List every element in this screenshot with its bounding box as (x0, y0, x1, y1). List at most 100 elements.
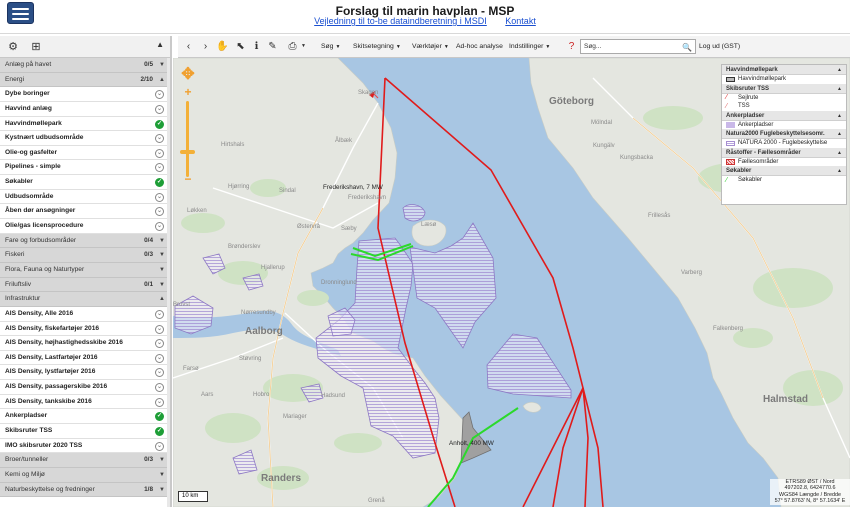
chevron-down-icon[interactable]: ▼ (159, 483, 165, 498)
layer-row[interactable]: AIS Density, lystfartøjer 2016 ⌄ (0, 365, 170, 381)
add-layer-icon[interactable]: ⊞ (29, 40, 43, 54)
chevron-up-icon[interactable]: ▲ (159, 292, 165, 307)
layer-toggle-off-icon[interactable]: ⌄ (155, 441, 164, 451)
layer-row[interactable]: Ankerpladser ✓ (0, 409, 170, 425)
zoom-out-button[interactable]: − (182, 173, 194, 185)
zoom-slider-handle[interactable] (180, 150, 195, 154)
category-friluftsliv[interactable]: Friluftsliv 0/1 ▼ (0, 277, 170, 293)
chevron-down-icon[interactable]: ▼ (159, 58, 165, 73)
forward-icon[interactable]: › (199, 40, 212, 53)
menu-vaerktoejer[interactable]: Værktøjer ▼ (412, 36, 449, 58)
layer-row[interactable]: AIS Density, tankskibe 2016 ⌄ (0, 394, 170, 410)
chevron-down-icon[interactable]: ▼ (159, 234, 165, 249)
layer-toggle-off-icon[interactable]: ⌄ (155, 397, 164, 407)
layer-toggle-on-icon[interactable]: ✓ (155, 412, 164, 422)
layer-row[interactable]: Kystnært udbudsområde ⌄ (0, 131, 170, 146)
logout-button[interactable]: Log ud (GST) (699, 36, 740, 58)
layer-row[interactable]: Skibsruter TSS ✓ (0, 424, 170, 439)
category-naturbeskyttelse[interactable]: Naturbeskyttelse og fredninger 1/8 ▼ (0, 482, 170, 498)
category-infrastruktur[interactable]: Infrastruktur ▲ (0, 292, 170, 307)
select-icon[interactable]: ⬉ (234, 40, 247, 53)
menu-indstillinger[interactable]: Indstillinger ▼ (509, 36, 550, 58)
layer-toggle-off-icon[interactable]: ⌄ (155, 339, 164, 349)
layer-row[interactable]: Åben dør ansøgninger ⌄ (0, 204, 170, 220)
layer-row[interactable]: AIS Density, passagerskibe 2016 ⌄ (0, 380, 170, 395)
zoom-slider[interactable] (186, 101, 189, 177)
layer-row[interactable]: Pipelines - simple ⌄ (0, 160, 170, 176)
legend-group-header[interactable]: Havvindmøllepark ▲ (722, 65, 846, 75)
chevron-down-icon[interactable]: ▼ (159, 468, 165, 483)
chevron-down-icon[interactable]: ▼ (297, 40, 310, 53)
layer-label: Dybe boringer (5, 90, 50, 98)
layer-toggle-off-icon[interactable]: ⌄ (155, 207, 164, 217)
layer-row[interactable]: Olie-og gasfelter ⌄ (0, 145, 170, 161)
layer-toggle-off-icon[interactable]: ⌄ (155, 324, 164, 334)
guide-link[interactable]: Vejledning til to-be dataindberetning i … (314, 16, 487, 26)
layer-row[interactable]: Søkabler ✓ (0, 175, 170, 190)
gear-icon[interactable]: ⚙ (6, 40, 20, 54)
category-anlaeg[interactable]: Anlæg på havet 0/5 ▼ (0, 58, 170, 73)
info-icon[interactable]: ℹ (250, 40, 263, 53)
layer-toggle-off-icon[interactable]: ⌄ (155, 163, 164, 173)
chevron-down-icon[interactable]: ▼ (159, 248, 165, 263)
layer-toggle-off-icon[interactable]: ⌄ (155, 383, 164, 393)
chevron-up-icon[interactable]: ▲ (837, 84, 842, 94)
legend-group-header[interactable]: Ankerpladser ▲ (722, 110, 846, 121)
panel-scrollbar[interactable] (167, 58, 170, 507)
search-input[interactable]: Søg... 🔍 (580, 39, 696, 54)
layer-toggle-on-icon[interactable]: ✓ (155, 178, 164, 188)
category-kemi[interactable]: Kemi og Miljø ▼ (0, 467, 170, 483)
chevron-up-icon[interactable]: ▲ (837, 129, 842, 139)
category-fiskeri[interactable]: Fiskeri 0/3 ▼ (0, 248, 170, 263)
category-flora[interactable]: Flora, Fauna og Naturtyper ▼ (0, 262, 170, 278)
layer-row[interactable]: Olie/gas licensprocedure ⌄ (0, 219, 170, 234)
layer-toggle-off-icon[interactable]: ⌄ (155, 368, 164, 378)
layer-row[interactable]: AIS Density, Lastfartøjer 2016 ⌄ (0, 350, 170, 366)
measure-icon[interactable]: ✎ (266, 40, 279, 53)
legend-group-header[interactable]: Råstoffer - Fællesområder ▲ (722, 147, 846, 158)
layer-row[interactable]: Havvindmøllepark ✓ (0, 116, 170, 132)
layer-row[interactable]: AIS Density, højhastighedsskibe 2016 ⌄ (0, 336, 170, 351)
legend-group-header[interactable]: Skibsruter TSS ▲ (722, 83, 846, 94)
menu-adhoc[interactable]: Ad-hoc analyse (456, 36, 503, 58)
layer-row[interactable]: Havvind anlæg ⌄ (0, 101, 170, 117)
layer-row[interactable]: AIS Density, Alle 2016 ⌄ (0, 306, 170, 322)
layer-toggle-off-icon[interactable]: ⌄ (155, 353, 164, 363)
chevron-up-icon[interactable]: ▲ (837, 166, 842, 176)
layer-toggle-off-icon[interactable]: ⌄ (155, 90, 164, 100)
layer-toggle-off-icon[interactable]: ⌄ (155, 134, 164, 144)
layer-row[interactable]: Udbudsområde ⌄ (0, 189, 170, 205)
legend-group-header[interactable]: Natura2000 Fuglebeskyttelsesomr. ▲ (722, 129, 846, 139)
chevron-up-icon[interactable]: ▲ (159, 73, 165, 88)
layer-toggle-on-icon[interactable]: ✓ (155, 119, 164, 129)
layer-toggle-off-icon[interactable]: ⌄ (155, 309, 164, 319)
chevron-down-icon[interactable]: ▼ (159, 263, 165, 278)
category-energi[interactable]: Energi 2/10 ▲ (0, 72, 170, 88)
chevron-down-icon[interactable]: ▼ (159, 453, 165, 468)
layer-row[interactable]: AIS Density, fiskefartøjer 2016 ⌄ (0, 321, 170, 337)
category-broer[interactable]: Broer/tunneller 0/3 ▼ (0, 453, 170, 468)
zoom-in-button[interactable]: + (182, 86, 194, 98)
layer-toggle-on-icon[interactable]: ✓ (155, 427, 164, 437)
chevron-up-icon[interactable]: ▲ (837, 148, 842, 158)
chevron-up-icon[interactable]: ▲ (837, 111, 842, 121)
collapse-icon[interactable]: ▲ (156, 40, 164, 49)
pan-hand-icon[interactable]: ✋ (216, 40, 229, 53)
contact-link[interactable]: Kontakt (505, 16, 536, 26)
layer-row[interactable]: Dybe boringer ⌄ (0, 87, 170, 102)
help-icon[interactable]: ? (565, 40, 578, 53)
menu-skitsetegning[interactable]: Skitsetegning ▼ (353, 36, 401, 58)
menu-sog[interactable]: Søg ▼ (321, 36, 340, 58)
legend-group-header[interactable]: Søkabler ▲ (722, 166, 846, 176)
chevron-down-icon[interactable]: ▼ (159, 278, 165, 293)
chevron-up-icon[interactable]: ▲ (837, 65, 842, 75)
layer-row[interactable]: IMO skibsruter 2020 TSS ⌄ (0, 438, 170, 454)
layer-toggle-off-icon[interactable]: ⌄ (155, 148, 164, 158)
layer-toggle-off-icon[interactable]: ⌄ (155, 104, 164, 114)
category-fare[interactable]: Fare og forbudsområder 0/4 ▼ (0, 233, 170, 249)
pan-control-icon[interactable]: ✥ (179, 66, 197, 84)
layer-toggle-off-icon[interactable]: ⌄ (155, 192, 164, 202)
back-icon[interactable]: ‹ (182, 40, 195, 53)
search-icon[interactable]: 🔍 (682, 41, 692, 54)
layer-toggle-off-icon[interactable]: ⌄ (155, 222, 164, 232)
